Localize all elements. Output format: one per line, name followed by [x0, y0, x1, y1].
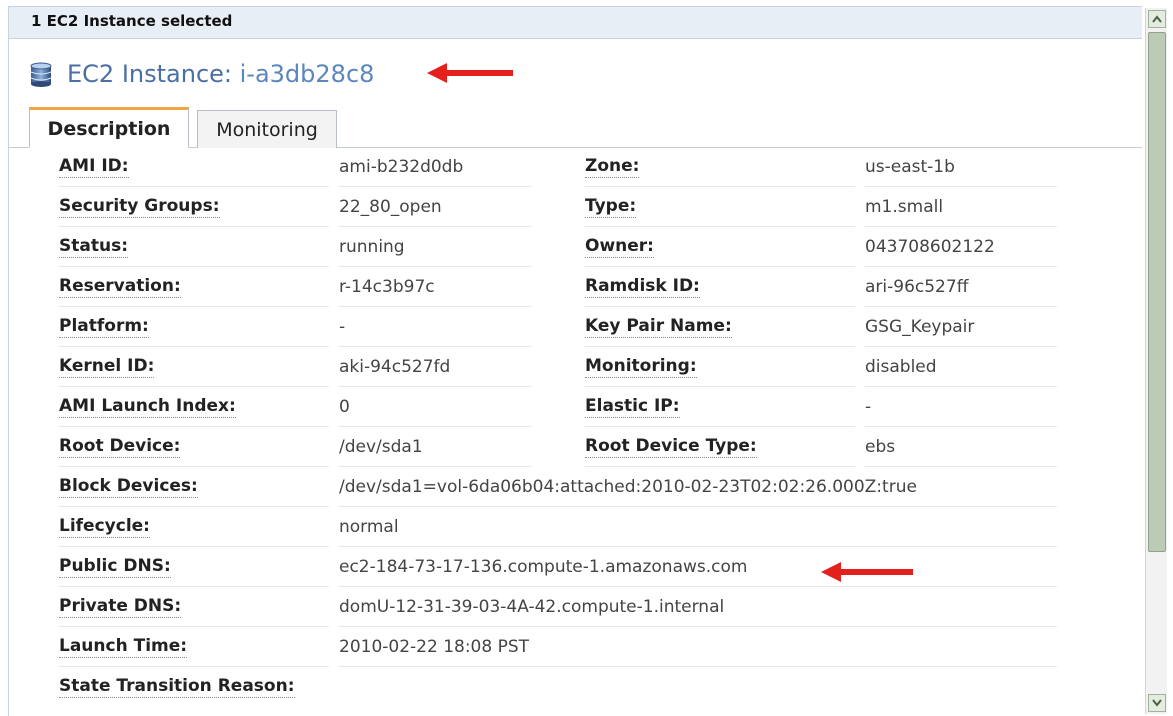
reservation-value: r-14c3b97c [339, 267, 531, 307]
ami-launch-index-label: AMI Launch Index: [59, 387, 329, 427]
detail-row: Security Groups: 22_80_open Type: m1.sma… [9, 187, 1142, 227]
lifecycle-label: Lifecycle: [59, 507, 329, 547]
chevron-down-icon [1152, 699, 1162, 707]
security-groups-label: Security Groups: [59, 187, 329, 227]
chevron-up-icon [1152, 15, 1162, 23]
launch-time-label: Launch Time: [59, 627, 329, 667]
selection-count-bar: 1 EC2 Instance selected [9, 7, 1142, 39]
type-label: Type: [585, 187, 855, 227]
vertical-scrollbar[interactable] [1145, 8, 1167, 714]
launch-time-value: 2010-02-22 18:08 PST [339, 627, 1057, 667]
database-icon [30, 62, 52, 87]
reservation-label: Reservation: [59, 267, 329, 307]
public-dns-value: ec2-184-73-17-136.compute-1.amazonaws.co… [339, 547, 1057, 587]
detail-row: Reservation: r-14c3b97c Ramdisk ID: ari-… [9, 267, 1142, 307]
tab-monitoring[interactable]: Monitoring [197, 110, 337, 148]
state-transition-reason-value [339, 667, 1057, 707]
owner-label: Owner: [585, 227, 855, 267]
ami-id-label: AMI ID: [59, 147, 329, 187]
status-value: running [339, 227, 531, 267]
detail-row: Kernel ID: aki-94c527fd Monitoring: disa… [9, 347, 1142, 387]
key-pair-name-label: Key Pair Name: [585, 307, 855, 347]
detail-row: State Transition Reason: [9, 667, 1142, 707]
status-label: Status: [59, 227, 329, 267]
annotation-arrow-left-icon [427, 63, 513, 83]
zone-value: us-east-1b [865, 147, 1057, 187]
detail-row: Platform: - Key Pair Name: GSG_Keypair [9, 307, 1142, 347]
monitoring-label: Monitoring: [585, 347, 855, 387]
instance-heading: EC2 Instance: i-a3db28c8 [27, 57, 374, 91]
tab-description[interactable]: Description [29, 107, 189, 148]
detail-row: Private DNS: domU-12-31-39-03-4A-42.comp… [9, 587, 1142, 627]
selection-count-text: 1 EC2 Instance selected [31, 12, 233, 30]
public-dns-label: Public DNS: [59, 547, 329, 587]
private-dns-label: Private DNS: [59, 587, 329, 627]
elastic-ip-label: Elastic IP: [585, 387, 855, 427]
kernel-id-label: Kernel ID: [59, 347, 329, 387]
root-device-type-value: ebs [865, 427, 1057, 467]
ami-launch-index-value: 0 [339, 387, 531, 427]
type-value: m1.small [865, 187, 1057, 227]
ramdisk-id-value: ari-96c527ff [865, 267, 1057, 307]
kernel-id-value: aki-94c527fd [339, 347, 531, 387]
monitoring-value: disabled [865, 347, 1057, 387]
key-pair-name-value: GSG_Keypair [865, 307, 1057, 347]
tab-bar: Description Monitoring [9, 106, 1142, 148]
ami-id-value: ami-b232d0db [339, 147, 531, 187]
scroll-up-button[interactable] [1148, 10, 1166, 28]
elastic-ip-value: - [865, 387, 1057, 427]
platform-label: Platform: [59, 307, 329, 347]
block-devices-label: Block Devices: [59, 467, 329, 507]
owner-value: 043708602122 [865, 227, 1057, 267]
tab-monitoring-label: Monitoring [216, 118, 318, 141]
detail-row: AMI ID: ami-b232d0db Zone: us-east-1b [9, 147, 1142, 187]
ramdisk-id-label: Ramdisk ID: [585, 267, 855, 307]
detail-row: Status: running Owner: 043708602122 [9, 227, 1142, 267]
root-device-type-label: Root Device Type: [585, 427, 855, 467]
block-devices-value: /dev/sda1=vol-6da06b04:attached:2010-02-… [339, 467, 1057, 507]
security-groups-value: 22_80_open [339, 187, 531, 227]
detail-row: Public DNS: ec2-184-73-17-136.compute-1.… [9, 547, 1142, 587]
detail-row: Root Device: /dev/sda1 Root Device Type:… [9, 427, 1142, 467]
zone-label: Zone: [585, 147, 855, 187]
scroll-down-button[interactable] [1148, 694, 1166, 712]
annotation-arrow-left-icon [821, 562, 913, 582]
detail-row: Block Devices: /dev/sda1=vol-6da06b04:at… [9, 467, 1142, 507]
root-device-label: Root Device: [59, 427, 329, 467]
instance-title: EC2 Instance: i-a3db28c8 [67, 60, 374, 88]
detail-row: Launch Time: 2010-02-22 18:08 PST [9, 627, 1142, 667]
detail-row: AMI Launch Index: 0 Elastic IP: - [9, 387, 1142, 427]
lifecycle-value: normal [339, 507, 1057, 547]
instance-id: i-a3db28c8 [239, 60, 375, 88]
tab-description-label: Description [47, 117, 171, 140]
instance-details-panel: 1 EC2 Instance selected EC2 Instance: i-… [8, 6, 1142, 716]
detail-row: Lifecycle: normal [9, 507, 1142, 547]
root-device-value: /dev/sda1 [339, 427, 531, 467]
scroll-thumb[interactable] [1148, 32, 1166, 552]
platform-value: - [339, 307, 531, 347]
private-dns-value: domU-12-31-39-03-4A-42.compute-1.interna… [339, 587, 1057, 627]
instance-title-prefix: EC2 Instance: [67, 60, 240, 88]
